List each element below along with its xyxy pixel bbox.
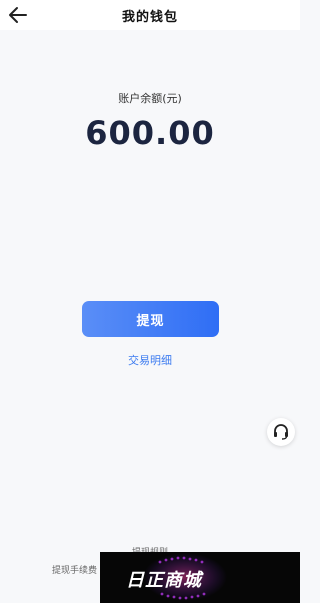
withdraw-button[interactable]: 提现	[82, 301, 219, 337]
page-title: 我的钱包	[121, 10, 178, 25]
watermark-logo: 日正商城	[100, 552, 300, 603]
headset-icon	[274, 424, 288, 440]
header-bar: 我的钱包	[0, 0, 300, 30]
balance-value: 600.00	[85, 114, 215, 152]
withdraw-rules-text: 提现手续费	[52, 566, 98, 576]
balance-label: 账户余额(元)	[118, 92, 182, 105]
transaction-details-link[interactable]: 交易明细	[0, 352, 300, 368]
watermark-text: 日正商城	[126, 570, 202, 591]
customer-service-button[interactable]	[267, 418, 295, 446]
